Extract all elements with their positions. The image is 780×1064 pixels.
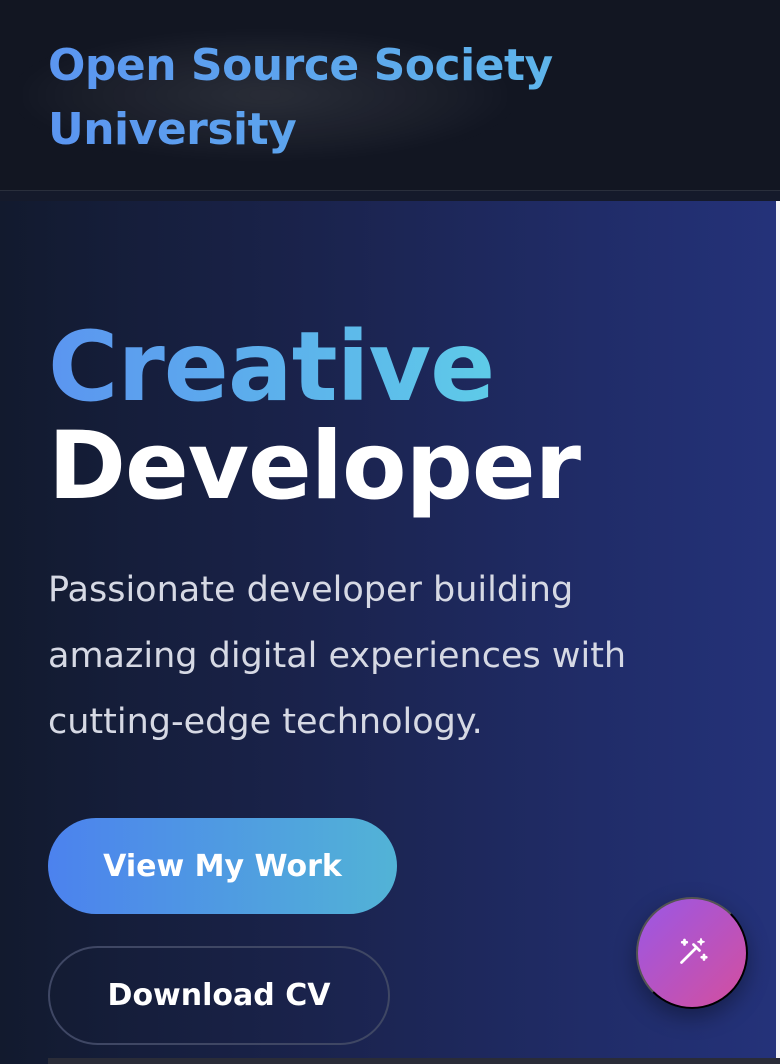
hero-seam — [0, 191, 780, 201]
magic-wand-fab-button[interactable] — [636, 897, 748, 1009]
site-header: Open Source Society University — [0, 0, 780, 191]
view-my-work-button[interactable]: View My Work — [48, 818, 397, 914]
magic-wand-icon — [674, 934, 710, 973]
download-cv-button[interactable]: Download CV — [48, 946, 390, 1045]
site-brand-link[interactable]: Open Source Society University — [48, 34, 608, 162]
hero-title-main: Developer — [48, 412, 581, 521]
hero-subtitle: Passionate developer building amazing di… — [48, 570, 627, 742]
hero-title-accent: Creative — [48, 311, 495, 423]
scrollbar-edge[interactable] — [776, 201, 780, 1064]
page-bottom-edge — [48, 1058, 780, 1064]
